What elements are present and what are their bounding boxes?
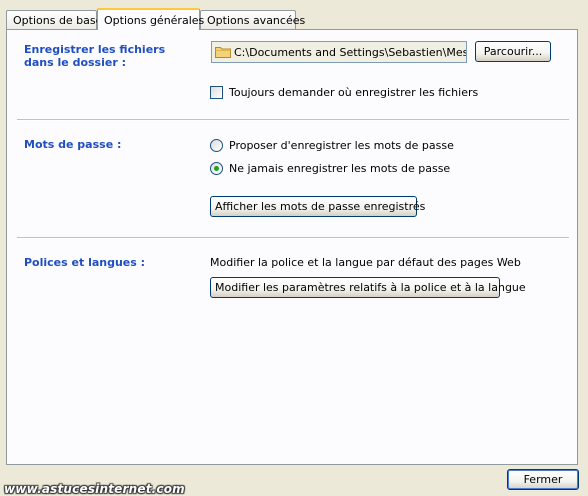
folder-icon xyxy=(215,46,231,58)
radio-selected-dot xyxy=(214,166,219,171)
never-save-passwords-label: Ne jamais enregistrer les mots de passe xyxy=(229,162,451,175)
watermark-logo: www.astucesinternet.com xyxy=(4,482,185,496)
folder-path-field[interactable]: C:\Documents and Settings\Sebastien\Mes … xyxy=(211,41,467,63)
tab-general-options[interactable]: Options générales xyxy=(97,8,204,30)
always-ask-checkbox[interactable] xyxy=(210,86,223,99)
close-button[interactable]: Fermer xyxy=(507,469,579,490)
tab-strip: Options de base Options générales Option… xyxy=(6,8,586,30)
browse-button[interactable]: Parcourir... xyxy=(475,41,551,62)
radio-never-save-passwords[interactable] xyxy=(210,162,223,175)
section-divider-1 xyxy=(17,119,569,121)
fonts-section-label: Polices et langues : xyxy=(24,256,146,269)
folder-path-text: C:\Documents and Settings\Sebastien\Mes … xyxy=(234,45,467,59)
passwords-section-label: Mots de passe : xyxy=(24,138,122,151)
radio-propose-save-passwords[interactable] xyxy=(210,139,223,152)
section-divider-2 xyxy=(17,237,569,239)
tab-advanced-options[interactable]: Options avancées xyxy=(200,10,305,29)
propose-save-passwords-label: Proposer d'enregistrer les mots de passe xyxy=(229,139,454,152)
tab-panel-general: Enregistrer les fichiers dans le dossier… xyxy=(6,29,578,465)
fonts-description: Modifier la police et la langue par défa… xyxy=(210,256,521,269)
modify-font-language-button[interactable]: Modifier les paramètres relatifs à la po… xyxy=(210,277,526,298)
always-ask-label: Toujours demander où enregistrer les fic… xyxy=(229,86,479,99)
show-saved-passwords-button[interactable]: Afficher les mots de passe enregistrés xyxy=(210,196,425,217)
save-folder-section-label: Enregistrer les fichiers dans le dossier… xyxy=(24,43,166,69)
tab-basic-options[interactable]: Options de base xyxy=(6,10,102,29)
